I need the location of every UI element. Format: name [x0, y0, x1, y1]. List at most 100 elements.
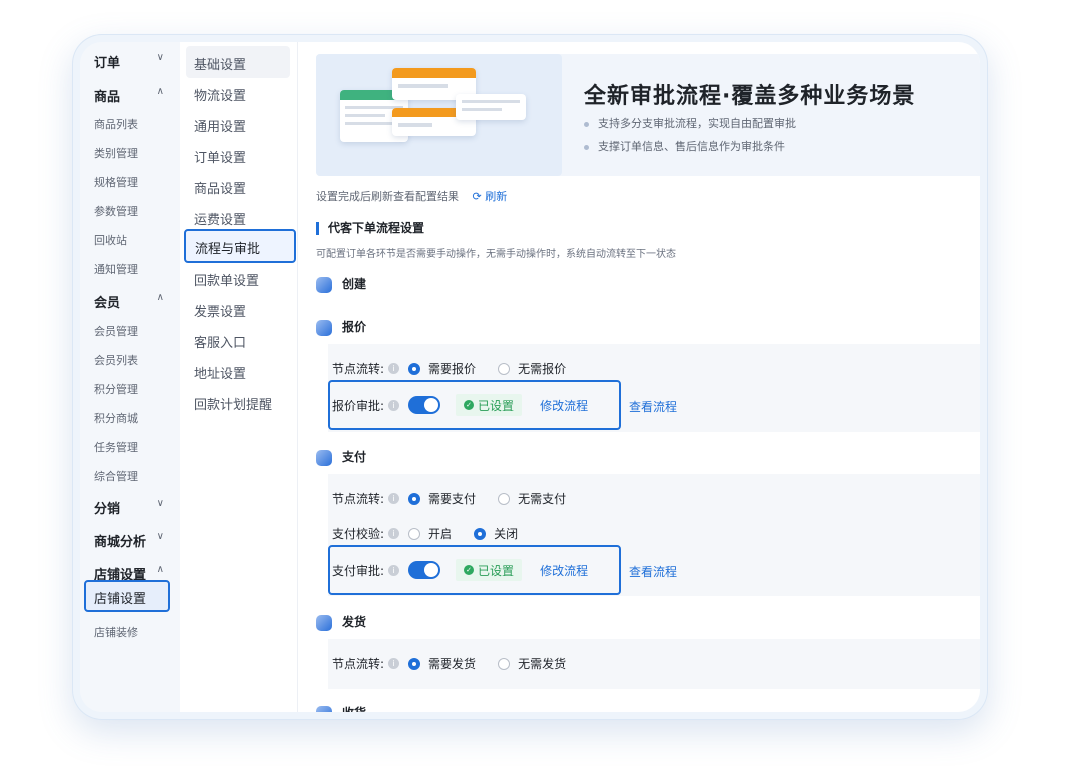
- nav-item-points[interactable]: 积分管理: [94, 381, 138, 397]
- step-pay: 支付: [316, 448, 366, 466]
- nav-item-points-mall[interactable]: 积分商城: [94, 410, 138, 426]
- info-icon[interactable]: i: [388, 399, 400, 411]
- info-icon[interactable]: i: [388, 363, 400, 374]
- illustration-card: [456, 94, 526, 120]
- radio-checked: [408, 362, 421, 375]
- radio-quote-not-required[interactable]: 无需报价: [498, 360, 566, 377]
- step-create: 创建: [316, 275, 366, 293]
- nav-item-member-mgmt[interactable]: 会员管理: [94, 323, 138, 339]
- nav-group-label: 会员: [94, 296, 121, 311]
- nav-item-member-list[interactable]: 会员列表: [94, 352, 138, 368]
- pay-approval-row: 支付审批: i ✓ 已设置 修改流程: [332, 559, 588, 581]
- step-label: 创建: [342, 277, 367, 291]
- quote-flow-row: 节点流转: i 需要报价 无需报价: [332, 360, 588, 377]
- edit-flow-link[interactable]: 修改流程: [540, 397, 588, 414]
- pay-approval-toggle[interactable]: [408, 561, 441, 579]
- step-label: 收货: [342, 706, 366, 712]
- nav-group-label: 分销: [94, 502, 121, 517]
- info-icon[interactable]: i: [388, 658, 400, 669]
- tab-service[interactable]: 客服入口: [194, 332, 246, 351]
- radio-pay-not-required[interactable]: 无需支付: [498, 490, 566, 507]
- tab-basic-settings[interactable]: 基础设置: [194, 54, 246, 73]
- nav-group-orders[interactable]: 订单 ∨: [94, 52, 164, 71]
- tab-goods[interactable]: 商品设置: [194, 178, 246, 197]
- radio-quote-required[interactable]: 需要报价: [408, 360, 476, 377]
- tab-address[interactable]: 地址设置: [194, 363, 246, 382]
- tab-order[interactable]: 订单设置: [194, 147, 246, 166]
- radio-label: 需要报价: [428, 362, 477, 376]
- radio-label: 关闭: [494, 527, 519, 541]
- primary-sidebar: 订单 ∨ 商品 ∧ 商品列表 类别管理 规格管理 参数管理 回收站 通知管理 会员 ∧…: [80, 42, 180, 712]
- info-icon[interactable]: i: [388, 493, 400, 504]
- tab-process-approval[interactable]: 流程与审批: [184, 229, 296, 263]
- nav-item-tasks[interactable]: 任务管理: [94, 439, 138, 455]
- nav-group-label: 订单: [94, 56, 121, 71]
- nav-group-members[interactable]: 会员 ∧: [94, 292, 164, 311]
- nav-item-notify[interactable]: 通知管理: [94, 261, 138, 277]
- ship-flow-row: 节点流转: i 需要发货 无需发货: [332, 655, 588, 672]
- tab-logistics[interactable]: 物流设置: [194, 85, 246, 104]
- section-description: 可配置订单各环节是否需要手动操作，无需手动操作时，系统自动流转至下一状态: [316, 249, 676, 260]
- radio-checked: [408, 492, 421, 505]
- field-label: 节点流转:: [332, 657, 385, 671]
- tab-label: 流程与审批: [195, 242, 261, 257]
- radio-ship-required[interactable]: 需要发货: [408, 655, 476, 672]
- radio-unchecked: [498, 657, 511, 670]
- radio-label: 无需支付: [518, 492, 567, 506]
- field-label: 支付审批:: [332, 563, 385, 578]
- banner-bullet: 支持多分支审批流程，实现自由配置审批: [584, 115, 796, 131]
- secondary-sidebar: 基础设置 物流设置 通用设置 订单设置 商品设置 运费设置 流程与审批 回款单设…: [180, 42, 298, 712]
- nav-item-goods-list[interactable]: 商品列表: [94, 116, 138, 132]
- radio-pay-required[interactable]: 需要支付: [408, 490, 476, 507]
- nav-group-goods[interactable]: 商品 ∧: [94, 86, 164, 105]
- status-badge: ✓ 已设置: [456, 394, 523, 416]
- step-pay-icon: [316, 449, 332, 466]
- section-title: 代客下单流程设置: [316, 222, 424, 235]
- view-flow-link[interactable]: 查看流程: [629, 398, 677, 415]
- radio-unchecked: [498, 362, 511, 375]
- tab-receipt[interactable]: 回款单设置: [194, 270, 259, 289]
- chevron-down-icon: ∨: [156, 52, 164, 63]
- view-flow-link[interactable]: 查看流程: [629, 563, 677, 580]
- radio-unchecked: [408, 527, 421, 540]
- field-label: 节点流转:: [332, 362, 385, 376]
- nav-item-store-settings[interactable]: 店铺设置: [84, 580, 170, 612]
- edit-flow-link[interactable]: 修改流程: [540, 562, 588, 579]
- chevron-down-icon: ∨: [156, 498, 164, 509]
- field-label: 报价审批:: [332, 398, 385, 413]
- chevron-down-icon: ∨: [156, 531, 164, 542]
- nav-group-analytics[interactable]: 商城分析 ∨: [94, 531, 164, 550]
- radio-checked: [408, 657, 421, 670]
- radio-label: 无需报价: [518, 362, 567, 376]
- info-icon[interactable]: i: [388, 564, 400, 576]
- step-label: 报价: [342, 320, 367, 334]
- radio-ship-not-required[interactable]: 无需发货: [498, 655, 566, 672]
- quote-approval-toggle[interactable]: [408, 396, 441, 414]
- info-icon[interactable]: i: [388, 528, 400, 539]
- step-label: 发货: [342, 615, 367, 629]
- radio-pay-check-off[interactable]: 关闭: [474, 525, 518, 542]
- pay-check-row: 支付校验: i 开启 关闭: [332, 525, 540, 542]
- check-icon: ✓: [464, 400, 475, 410]
- refresh-hint: 设置完成后刷新查看配置结果 ⟳ 刷新: [316, 188, 507, 204]
- tab-invoice[interactable]: 发票设置: [194, 301, 246, 320]
- step-create-icon: [316, 276, 332, 293]
- step-ship: 发货: [316, 613, 366, 631]
- nav-item-category[interactable]: 类别管理: [94, 145, 138, 161]
- app-screen: 订单 ∨ 商品 ∧ 商品列表 类别管理 规格管理 参数管理 回收站 通知管理 会员 ∧…: [80, 42, 980, 712]
- banner-illustration: [316, 54, 562, 176]
- tab-general[interactable]: 通用设置: [194, 116, 246, 135]
- radio-label: 需要支付: [428, 492, 477, 506]
- refresh-link[interactable]: ⟳ 刷新: [473, 190, 508, 203]
- radio-checked: [474, 527, 487, 540]
- tab-payment-plan[interactable]: 回款计划提醒: [194, 394, 272, 413]
- nav-group-distribution[interactable]: 分销 ∨: [94, 498, 164, 517]
- nav-item-recycle[interactable]: 回收站: [94, 232, 127, 248]
- tab-freight[interactable]: 运费设置: [194, 209, 246, 228]
- radio-pay-check-on[interactable]: 开启: [408, 525, 452, 542]
- nav-item-general[interactable]: 综合管理: [94, 468, 138, 484]
- nav-item-store-decor[interactable]: 店铺装修: [94, 624, 138, 640]
- nav-item-params[interactable]: 参数管理: [94, 203, 138, 219]
- nav-item-spec[interactable]: 规格管理: [94, 174, 138, 190]
- nav-item-label: 店铺设置: [94, 592, 147, 607]
